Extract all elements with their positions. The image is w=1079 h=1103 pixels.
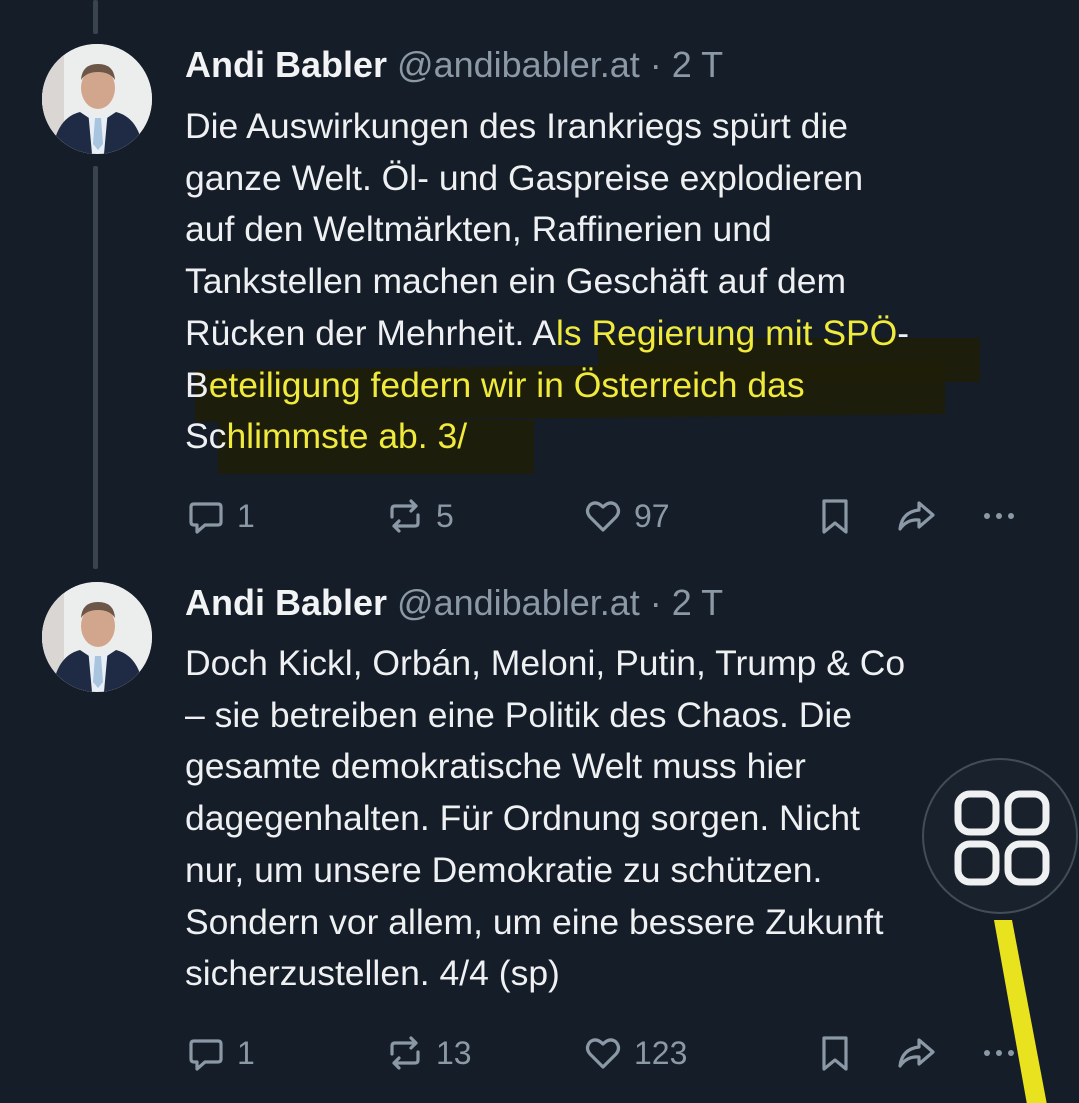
text-line: Schlimmste ab. 3/ xyxy=(185,411,1055,463)
post-header: Andi Babler @andibabler.at · 2 T xyxy=(185,582,723,624)
text-segment: B xyxy=(185,364,209,405)
separator: · xyxy=(649,44,662,85)
reply-count: 1 xyxy=(237,1035,255,1071)
reply-button[interactable]: 1 xyxy=(185,1032,255,1074)
text-line: Rücken der Mehrheit. Als Regierung mit S… xyxy=(185,308,1055,360)
share-button[interactable] xyxy=(895,495,937,537)
reply-button[interactable]: 1 xyxy=(185,495,255,537)
avatar[interactable] xyxy=(42,582,152,692)
app-grid-icon xyxy=(954,790,1050,886)
like-button[interactable]: 123 xyxy=(582,1032,687,1074)
repost-count: 13 xyxy=(436,1035,472,1071)
author-name[interactable]: Andi Babler xyxy=(185,582,387,623)
floating-grid-button[interactable] xyxy=(922,758,1078,914)
text-segment: - xyxy=(897,312,910,353)
text-segment: Rücken der Mehrheit. A xyxy=(185,312,556,353)
timestamp[interactable]: 2 T xyxy=(672,44,723,85)
text-line: Tankstellen machen ein Geschäft auf dem xyxy=(185,261,847,302)
bookmark-icon xyxy=(822,1036,848,1071)
highlighted-text: eteiligung federn wir in Österreich das xyxy=(208,364,805,405)
thread-line-top xyxy=(93,0,98,34)
text-line: ganze Welt. Öl- und Gaspreise explodiere… xyxy=(185,157,864,198)
like-count: 97 xyxy=(634,498,670,534)
like-count: 123 xyxy=(634,1035,688,1071)
share-icon xyxy=(898,1038,935,1068)
text-line: Doch Kickl, Orbán, Meloni, Putin, Trump … xyxy=(185,643,906,683)
post-actions: 1 13 123 xyxy=(0,1032,1079,1072)
reply-icon xyxy=(189,502,223,534)
separator: · xyxy=(649,582,662,623)
text-line: Beteiligung federn wir in Österreich das xyxy=(185,360,1055,412)
bookmark-icon xyxy=(822,499,848,534)
repost-count: 5 xyxy=(436,498,454,534)
heart-icon xyxy=(585,1038,621,1069)
reply-icon xyxy=(189,1039,223,1071)
highlight-marker-stroke xyxy=(994,920,1047,1103)
repost-button[interactable]: 5 xyxy=(384,495,454,537)
highlighted-text: hlimmste ab. 3/ xyxy=(226,416,468,457)
thread-view: Andi Babler @andibabler.at · 2 T Die Aus… xyxy=(0,0,1079,1103)
post-header: Andi Babler @andibabler.at · 2 T xyxy=(185,44,723,86)
author-handle[interactable]: @andibabler.at xyxy=(397,44,640,85)
share-icon xyxy=(898,501,935,531)
text-line: sicherzustellen. 4/4 (sp) xyxy=(185,953,560,994)
repost-icon xyxy=(390,1036,420,1070)
heart-icon xyxy=(585,501,621,532)
bookmark-button[interactable] xyxy=(814,495,856,537)
share-button[interactable] xyxy=(895,1032,937,1074)
author-name[interactable]: Andi Babler xyxy=(185,44,387,85)
like-button[interactable]: 97 xyxy=(582,495,670,537)
highlighted-text: ls Regierung mit SPÖ xyxy=(555,312,898,353)
timestamp[interactable]: 2 T xyxy=(672,582,723,623)
text-line: – sie betreiben eine Politik des Chaos. … xyxy=(185,694,852,735)
post-text: Die Auswirkungen des Irankriegs spürt di… xyxy=(185,101,1055,463)
bookmark-button[interactable] xyxy=(814,1032,856,1074)
avatar[interactable] xyxy=(42,44,152,154)
repost-icon xyxy=(390,499,420,533)
more-button[interactable] xyxy=(978,495,1020,537)
text-line: Die Auswirkungen des Irankriegs spürt di… xyxy=(185,106,849,146)
text-line: auf den Weltmärkten, Raffinerien und xyxy=(185,209,772,250)
post-actions: 1 5 97 xyxy=(0,495,1079,535)
text-segment: Sc xyxy=(185,416,227,457)
author-handle[interactable]: @andibabler.at xyxy=(397,582,640,623)
more-icon xyxy=(984,513,1014,519)
repost-button[interactable]: 13 xyxy=(384,1032,472,1074)
reply-count: 1 xyxy=(237,498,255,534)
